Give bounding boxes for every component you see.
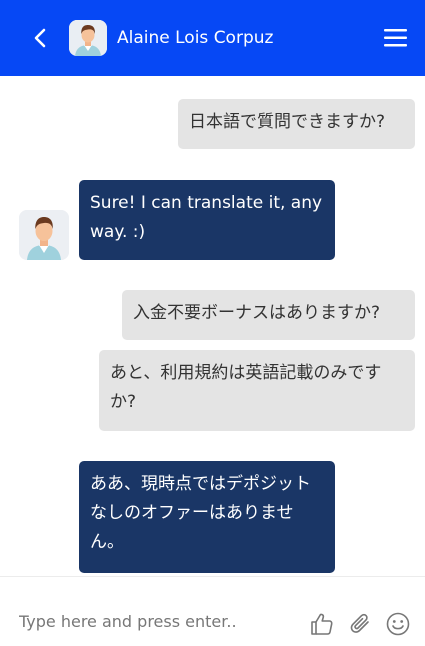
person-avatar-icon [19, 210, 69, 260]
user-message: 入金不要ボーナスはありますか? [122, 290, 415, 340]
menu-button[interactable] [384, 27, 408, 49]
user-message: 日本語で質問できますか? [178, 99, 415, 149]
message-composer [0, 577, 425, 646]
back-button[interactable] [30, 26, 50, 50]
agent-message: Sure! I can translate it, anyway. :) [79, 180, 335, 260]
contact-name: Alaine Lois Corpuz [117, 28, 274, 48]
user-message: あと、利用規約は英語記載のみですか? [99, 350, 415, 431]
person-avatar-icon [69, 20, 107, 56]
agent-message: ああ、現時点ではデポジットなしのオファーはありません。 [79, 461, 335, 573]
chevron-left-icon [34, 28, 46, 48]
hamburger-menu-icon [384, 29, 407, 47]
message-thread[interactable]: 日本語で質問できますか? Sure! I can translate it, a… [0, 76, 425, 576]
chat-header: Alaine Lois Corpuz [0, 0, 425, 76]
avatar[interactable] [69, 20, 107, 56]
message-input[interactable] [19, 609, 289, 633]
paperclip-icon[interactable] [348, 611, 374, 637]
agent-avatar [19, 210, 69, 260]
thumbs-up-icon[interactable] [309, 611, 335, 637]
smiley-icon[interactable] [385, 611, 411, 637]
